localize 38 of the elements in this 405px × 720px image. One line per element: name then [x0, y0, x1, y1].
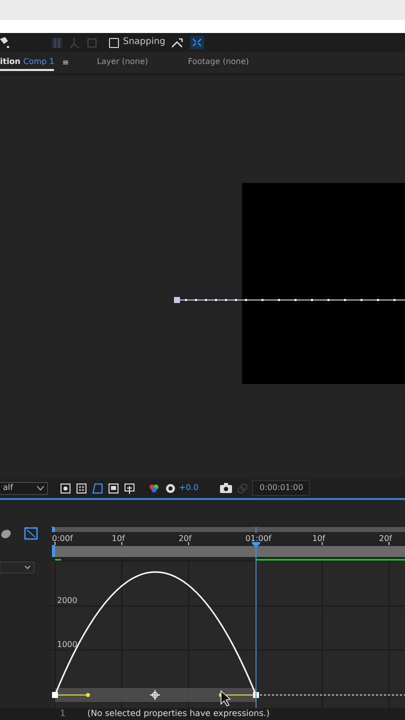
grid-guide-icon[interactable]: [124, 482, 135, 494]
value-label: 2000: [57, 596, 78, 605]
pin-icon[interactable]: [0, 36, 9, 48]
panel-tab[interactable]: Layer (none): [96, 55, 148, 71]
snapping-checkbox[interactable]: [109, 38, 119, 48]
panel-tab[interactable]: Footage (none): [188, 55, 249, 71]
graph-editor-icon[interactable]: [24, 526, 38, 540]
ruler-label: 20f: [178, 534, 192, 543]
chevron-down-icon: [37, 486, 44, 490]
safe-area-icon[interactable]: [108, 482, 119, 494]
ruler-label: 01:00f: [245, 534, 272, 543]
exposure-icon[interactable]: [165, 482, 176, 494]
resolution-dropdown[interactable]: alf: [0, 482, 48, 494]
expressions-message: (No selected properties have expressions.): [87, 708, 270, 720]
color-channels-icon[interactable]: [148, 482, 160, 494]
transparency-grid-icon[interactable]: [76, 482, 87, 494]
ruler-label: 20f: [379, 534, 392, 543]
mask-icon[interactable]: [92, 482, 103, 494]
ruler-label: 0:00f: [52, 534, 73, 543]
camera-icon[interactable]: [220, 483, 232, 493]
dropdown-field[interactable]: [0, 562, 34, 574]
keyframe-marker[interactable]: [52, 692, 58, 698]
line-number: 1: [60, 708, 66, 720]
transform-center-icon[interactable]: [150, 690, 160, 700]
value-label: 1000: [57, 640, 78, 649]
cache-indicator-bar: [55, 559, 61, 561]
ruler-label: 10f: [312, 534, 326, 543]
panel-menu-button[interactable]: ≡: [62, 57, 69, 69]
timecode-field[interactable]: 0:00:01:00: [252, 480, 310, 496]
motion-blur-icon[interactable]: [1, 530, 11, 538]
panel-tab[interactable]: ition Comp 1: [0, 55, 54, 71]
exposure-value[interactable]: +0.0: [179, 482, 198, 494]
expand-icon[interactable]: [190, 36, 204, 49]
region-icon[interactable]: [60, 482, 71, 494]
snapping-label: Snapping: [123, 36, 166, 49]
snap-icon[interactable]: [171, 36, 184, 48]
mouse-cursor-icon: [220, 690, 231, 707]
ruler-label: 10f: [112, 534, 125, 543]
